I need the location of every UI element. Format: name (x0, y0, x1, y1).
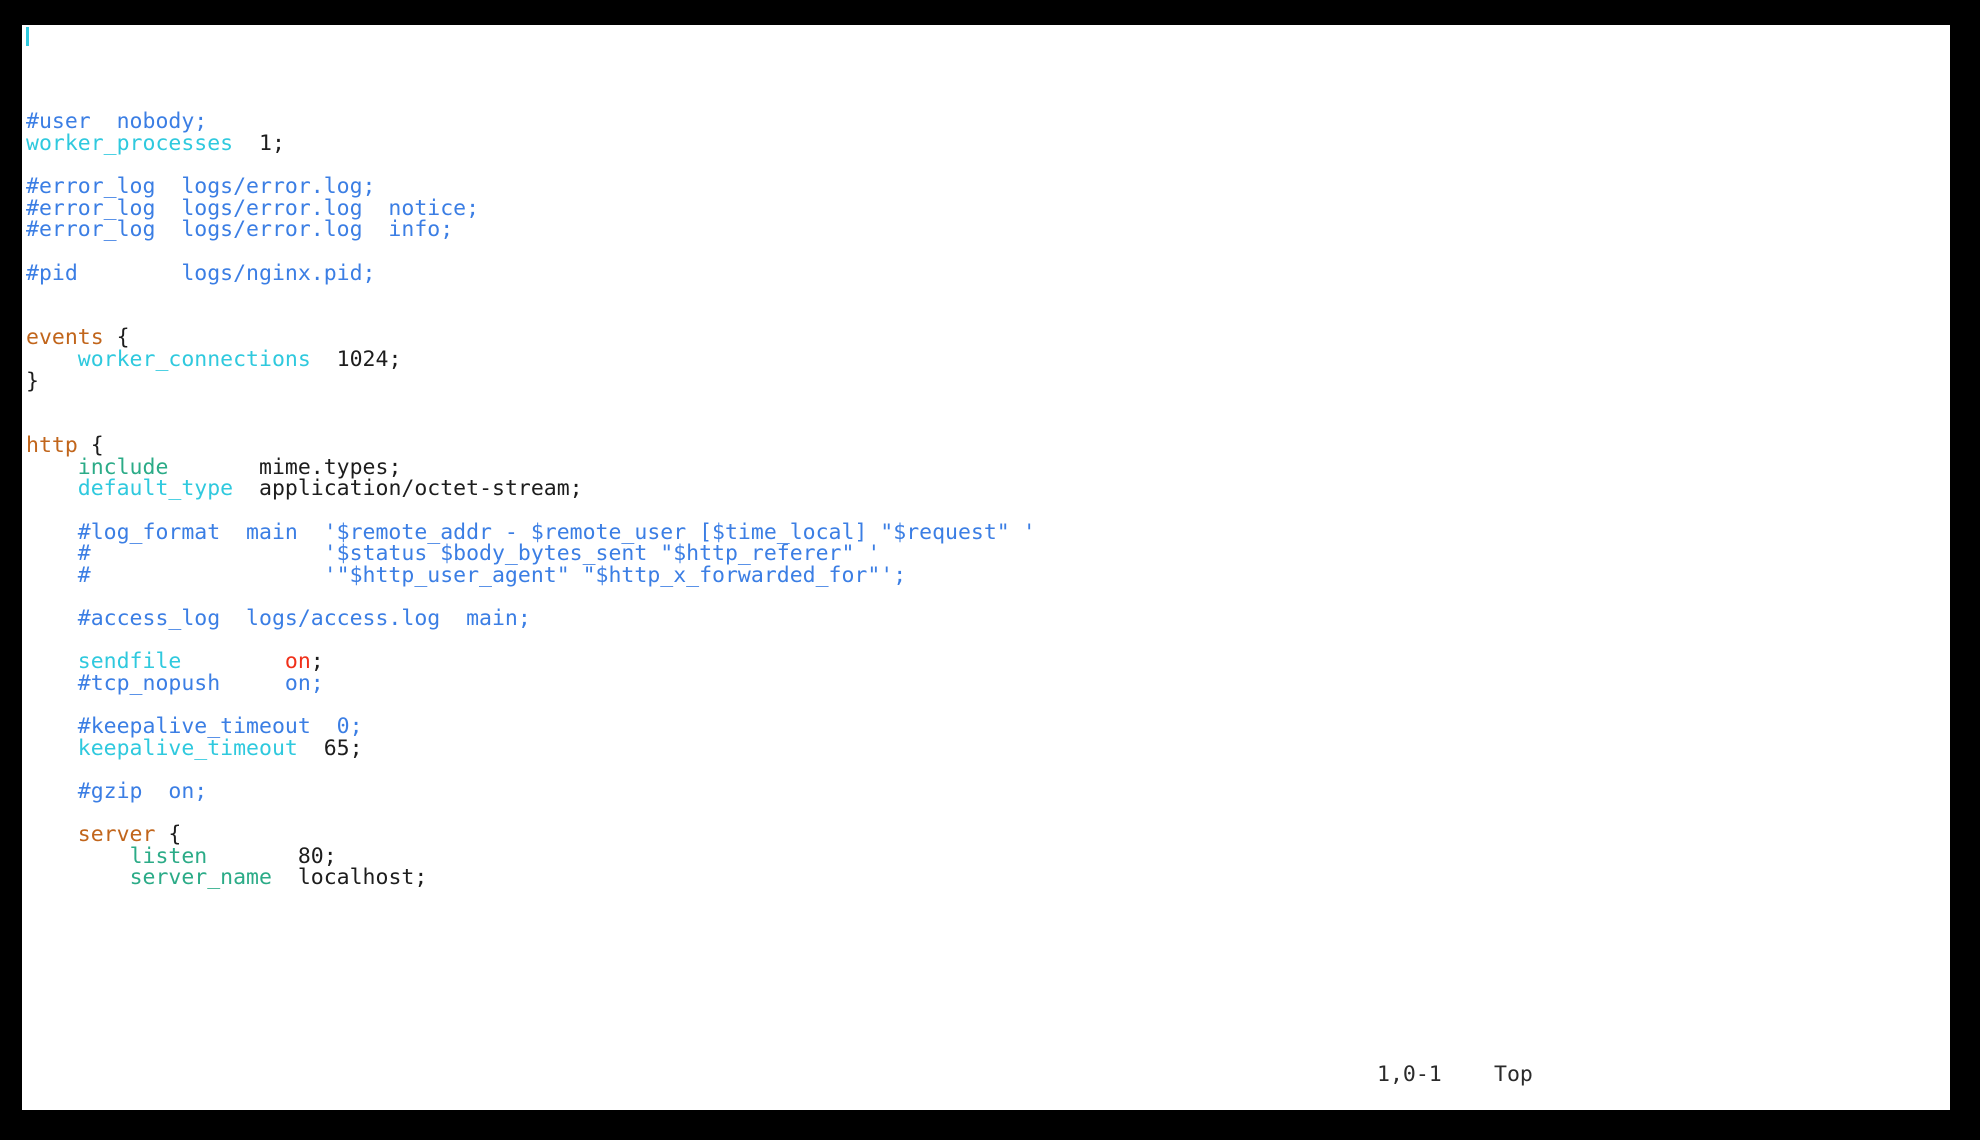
code-line: #access_log logs/access.log main; (22, 608, 1950, 630)
code-line: #pid logs/nginx.pid; (22, 260, 1950, 286)
code-token: worker_connections (77, 346, 311, 372)
code-token: 1024; (310, 346, 402, 372)
scroll-position-indicator: Top (1494, 1062, 1533, 1087)
code-line: sendfile on; (22, 651, 1950, 673)
code-token: #error_log logs/error.log info; (26, 217, 454, 243)
code-line: #tcp_nopush on; (22, 673, 1950, 695)
vim-editor-surface[interactable]: #user nobody; worker_processes 1; #error_… (22, 25, 1950, 1110)
cursor-position-indicator: 1,0-1 (1377, 1062, 1442, 1087)
code-line: # '"$http_user_agent" "$http_x_forwarded… (22, 565, 1950, 587)
code-line: #error_log logs/error.log info; (22, 219, 1950, 241)
text-cursor (26, 27, 29, 46)
code-line: default_type application/octet-stream; (22, 478, 1950, 500)
code-line: worker_connections 1024; (22, 349, 1950, 371)
code-token: 65; (297, 735, 363, 761)
vim-status-line: 1,0-1 Top (22, 1062, 1950, 1092)
code-line: #keepalive_timeout 0; (22, 716, 1950, 738)
code-text-area[interactable]: #user nobody; worker_processes 1; #error_… (22, 25, 1950, 1050)
code-token: server_name (129, 865, 272, 891)
code-token: 1; (233, 130, 285, 156)
code-token: worker_processes (26, 130, 234, 156)
code-token: localhost; (271, 865, 428, 891)
code-token: keepalive_timeout (77, 735, 298, 761)
code-token: application/octet-stream; (233, 476, 583, 502)
code-line: # '$status $body_bytes_sent "$http_refer… (22, 543, 1950, 565)
code-line: } (22, 370, 1950, 393)
code-token: # '"$http_user_agent" "$http_x_forwarded… (26, 562, 907, 588)
code-line: server_name localhost; (22, 867, 1950, 889)
code-line: include mime.types; (22, 457, 1950, 479)
code-line: worker_processes 1; (22, 133, 1950, 155)
code-line: server { (22, 824, 1950, 846)
code-token: #gzip on; (26, 778, 208, 804)
code-line: #user nobody; (22, 111, 1950, 133)
code-line: listen 80; (22, 845, 1950, 868)
code-line: #error_log logs/error.log; (22, 176, 1950, 198)
code-line: #log_format main '$remote_addr - $remote… (22, 521, 1950, 544)
code-token: #tcp_nopush on; (26, 670, 324, 696)
code-line: events { (22, 327, 1950, 349)
code-line: http { (22, 435, 1950, 457)
code-token: #access_log logs/access.log main; (26, 606, 531, 632)
code-line: #gzip on; (22, 778, 1950, 804)
code-token: #pid logs/nginx.pid; (26, 260, 376, 286)
code-line: #error_log logs/error.log notice; (22, 197, 1950, 220)
code-line: keepalive_timeout 65; (22, 735, 1950, 761)
terminal-window: #user nobody; worker_processes 1; #error_… (0, 0, 1980, 1140)
code-token: default_type (77, 476, 234, 502)
